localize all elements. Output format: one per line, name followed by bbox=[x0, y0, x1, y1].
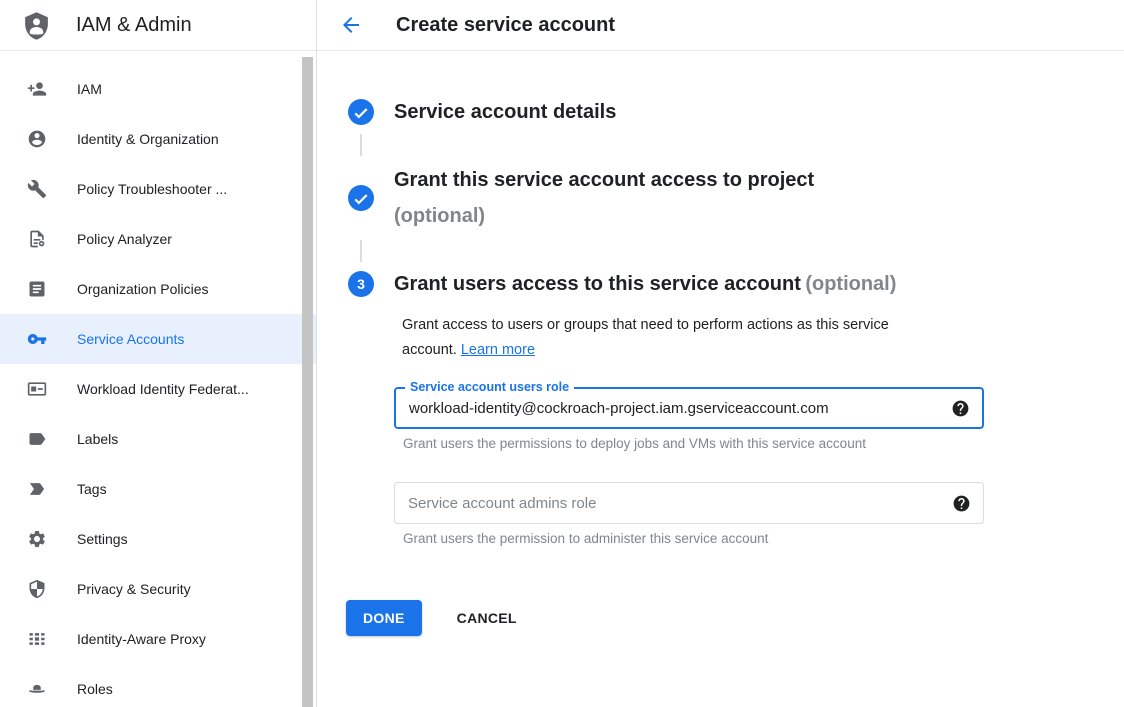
label-tag-icon bbox=[27, 429, 47, 449]
main-panel: Create service account Service account d… bbox=[317, 0, 1124, 707]
sidebar-scrollbar-thumb[interactable] bbox=[302, 57, 313, 707]
sidebar-nav: IAM Identity & Organization Policy Trouble… bbox=[0, 51, 316, 707]
id-card-icon bbox=[27, 379, 47, 399]
product-title: IAM & Admin bbox=[76, 14, 192, 37]
sidebar-item-policy-troubleshooter[interactable]: Policy Troubleshooter ... bbox=[0, 164, 316, 214]
help-icon[interactable] bbox=[951, 399, 970, 418]
sidebar-item-iam[interactable]: IAM bbox=[0, 64, 316, 114]
page-title: Create service account bbox=[396, 14, 615, 37]
sidebar-item-label: Service Accounts bbox=[77, 331, 184, 347]
sidebar-item-identity-organization[interactable]: Identity & Organization bbox=[0, 114, 316, 164]
wizard-actions: DONE CANCEL bbox=[346, 600, 1124, 636]
sidebar-header: IAM & Admin bbox=[0, 0, 316, 51]
sidebar-item-tags[interactable]: Tags bbox=[0, 464, 316, 514]
learn-more-link[interactable]: Learn more bbox=[461, 342, 535, 358]
users-role-input[interactable] bbox=[396, 400, 951, 417]
step-3-number-badge: 3 bbox=[348, 271, 374, 297]
sidebar-item-label: Labels bbox=[77, 431, 118, 447]
step-1-title: Service account details bbox=[394, 101, 616, 123]
step-2-optional-label: (optional) bbox=[394, 198, 814, 234]
step-3-body: Grant access to users or groups that nee… bbox=[394, 313, 1124, 546]
users-role-field-container: Service account users role bbox=[394, 387, 984, 429]
step-text: Grant users access to this service accou… bbox=[394, 268, 896, 300]
step-text: Service account details bbox=[394, 96, 616, 128]
users-role-helper-text: Grant users the permissions to deploy jo… bbox=[403, 436, 1124, 451]
sidebar-item-label: Privacy & Security bbox=[77, 581, 191, 597]
step-3-description: Grant access to users or groups that nee… bbox=[402, 313, 947, 363]
proxy-grid-icon bbox=[27, 629, 47, 649]
sidebar-item-workload-identity-federat[interactable]: Workload Identity Federat... bbox=[0, 364, 316, 414]
admins-role-helper-text: Grant users the permission to administer… bbox=[403, 531, 1124, 546]
admins-role-input[interactable] bbox=[395, 495, 952, 512]
sidebar-item-label: Settings bbox=[77, 531, 128, 547]
arrow-back-icon[interactable] bbox=[339, 13, 363, 37]
step-connector bbox=[360, 240, 362, 262]
step-complete-check-icon bbox=[348, 185, 374, 211]
step-grant-access-to-project[interactable]: Grant this service account access to pro… bbox=[317, 162, 1124, 234]
sidebar-item-organization-policies[interactable]: Organization Policies bbox=[0, 264, 316, 314]
step-2-title: Grant this service account access to pro… bbox=[394, 162, 814, 198]
sidebar-item-service-accounts[interactable]: Service Accounts bbox=[0, 314, 316, 364]
sidebar-item-label: IAM bbox=[77, 81, 102, 97]
hat-icon bbox=[27, 679, 47, 699]
sidebar: IAM & Admin IAM Identity & Organization Po… bbox=[0, 0, 317, 707]
sidebar-scrollbar-track bbox=[302, 57, 313, 707]
step-service-account-details[interactable]: Service account details bbox=[317, 96, 1124, 128]
person-add-icon bbox=[27, 79, 47, 99]
users-role-field-label: Service account users role bbox=[405, 380, 574, 394]
page-header: Create service account bbox=[317, 0, 1124, 51]
sidebar-item-label: Workload Identity Federat... bbox=[77, 381, 249, 397]
sidebar-item-policy-analyzer[interactable]: Policy Analyzer bbox=[0, 214, 316, 264]
help-icon[interactable] bbox=[952, 494, 971, 513]
article-icon bbox=[27, 279, 47, 299]
tag-arrow-icon bbox=[27, 479, 47, 499]
done-button[interactable]: DONE bbox=[346, 600, 422, 636]
step-text: Grant this service account access to pro… bbox=[394, 162, 814, 234]
sidebar-item-identity-aware-proxy[interactable]: Identity-Aware Proxy bbox=[0, 614, 316, 664]
sidebar-item-roles[interactable]: Roles bbox=[0, 664, 316, 707]
sidebar-item-label: Tags bbox=[77, 481, 107, 497]
sidebar-item-labels[interactable]: Labels bbox=[0, 414, 316, 464]
document-gear-icon bbox=[27, 229, 47, 249]
step-complete-check-icon bbox=[348, 99, 374, 125]
wrench-icon bbox=[27, 179, 47, 199]
step-grant-users-access: 3 Grant users access to this service acc… bbox=[317, 268, 1124, 300]
sidebar-item-settings[interactable]: Settings bbox=[0, 514, 316, 564]
service-account-key-icon bbox=[27, 329, 47, 349]
step-3-title: Grant users access to this service accou… bbox=[394, 273, 801, 295]
sidebar-item-privacy-security[interactable]: Privacy & Security bbox=[0, 564, 316, 614]
shield-half-icon bbox=[27, 579, 47, 599]
step-3-optional-label: (optional) bbox=[805, 273, 896, 295]
account-circle-icon bbox=[27, 129, 47, 149]
sidebar-item-label: Organization Policies bbox=[77, 281, 209, 297]
step-connector bbox=[360, 134, 362, 156]
sidebar-item-label: Policy Analyzer bbox=[77, 231, 172, 247]
gear-icon bbox=[27, 529, 47, 549]
sidebar-item-label: Policy Troubleshooter ... bbox=[77, 181, 227, 197]
shield-person-icon bbox=[21, 10, 52, 41]
sidebar-item-label: Identity & Organization bbox=[77, 131, 219, 147]
sidebar-item-label: Identity-Aware Proxy bbox=[77, 631, 206, 647]
sidebar-item-label: Roles bbox=[77, 681, 113, 697]
wizard-content: Service account details Grant this servi… bbox=[317, 51, 1124, 707]
cancel-button[interactable]: CANCEL bbox=[451, 609, 523, 627]
app-window: IAM & Admin IAM Identity & Organization Po… bbox=[0, 0, 1124, 707]
admins-role-field-container bbox=[394, 482, 984, 524]
